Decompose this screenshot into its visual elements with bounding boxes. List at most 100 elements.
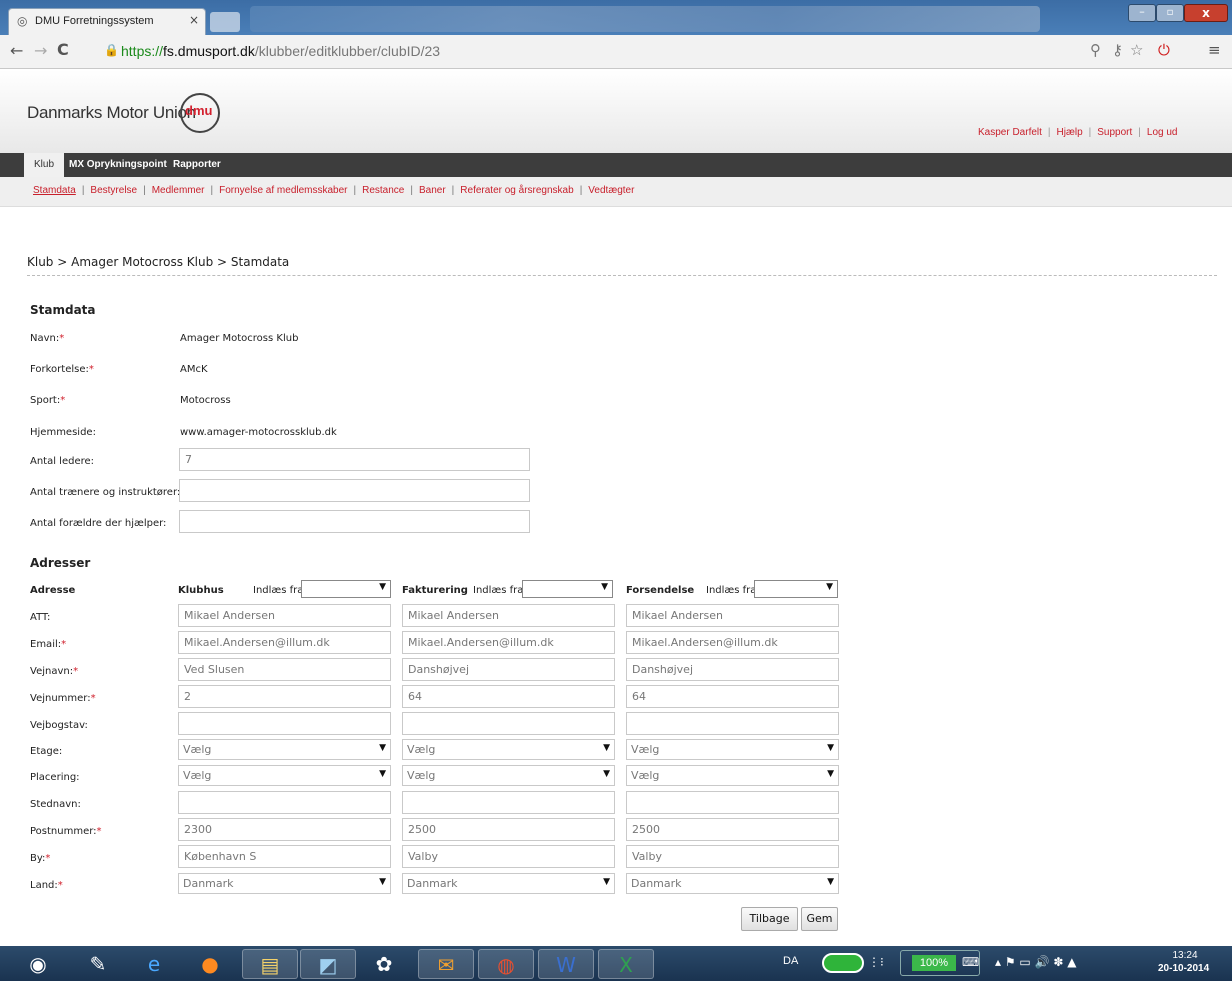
fakturering-att-input[interactable]: Mikael Andersen bbox=[402, 604, 615, 627]
antal-ledere-input[interactable]: 7 bbox=[179, 448, 530, 471]
fakturering-by-input[interactable]: Valby bbox=[402, 845, 615, 868]
sub-nav-fornyelse[interactable]: Fornyelse af medlemsskaber bbox=[219, 185, 347, 196]
forsendelse-by-input[interactable]: Valby bbox=[626, 845, 839, 868]
bookmark-star-icon[interactable]: ☆ bbox=[1130, 41, 1143, 59]
paint-icon[interactable]: ✿ bbox=[356, 949, 412, 979]
fakturering-indlaes-select[interactable]: ▼ bbox=[522, 580, 613, 598]
user-link-name[interactable]: Kasper Darfelt bbox=[978, 127, 1042, 138]
maximize-button[interactable]: ▫ bbox=[1156, 4, 1184, 22]
excel-icon[interactable]: X bbox=[598, 949, 654, 979]
new-tab-button[interactable] bbox=[210, 12, 240, 32]
fakturering-stednavn-input[interactable] bbox=[402, 791, 615, 814]
chevron-down-icon: ▼ bbox=[379, 743, 386, 753]
klubhus-att-input[interactable]: Mikael Andersen bbox=[178, 604, 391, 627]
help-link[interactable]: Hjælp bbox=[1057, 127, 1083, 138]
keyboard-icon[interactable]: ⌨ bbox=[962, 955, 979, 969]
klubhus-col-heading: Klubhus bbox=[178, 585, 224, 596]
app-icon-blue[interactable]: ◩ bbox=[300, 949, 356, 979]
forsendelse-etage-select[interactable]: Vælg ▼ bbox=[626, 739, 839, 760]
klubhus-vejnavn-input[interactable]: Ved Slusen bbox=[178, 658, 391, 681]
back-arrow-icon[interactable]: ← bbox=[10, 41, 23, 60]
forsendelse-placering-select[interactable]: Vælg ▼ bbox=[626, 765, 839, 786]
antal-traenere-input[interactable] bbox=[179, 479, 530, 502]
hjemmeside-value[interactable]: www.amager-motocrossklub.dk bbox=[180, 427, 337, 438]
windows-start-icon[interactable]: ◉ bbox=[8, 949, 68, 979]
fakturering-land-select[interactable]: Danmark ▼ bbox=[402, 873, 615, 894]
battery-icon[interactable] bbox=[822, 953, 864, 973]
internet-explorer-icon[interactable]: e bbox=[126, 949, 182, 979]
antal-foraeldre-label: Antal forældre der hjælper: bbox=[30, 518, 167, 529]
by-label: By:* bbox=[30, 853, 51, 864]
sub-nav-vedtaegter[interactable]: Vedtægter bbox=[588, 185, 634, 196]
klubhus-etage-select[interactable]: Vælg ▼ bbox=[178, 739, 391, 760]
language-indicator[interactable]: DA bbox=[783, 955, 798, 967]
sub-nav-bestyrelse[interactable]: Bestyrelse bbox=[90, 185, 137, 196]
back-button[interactable]: Tilbage bbox=[741, 907, 798, 931]
clock-date[interactable]: 20-10-2014 bbox=[1158, 963, 1209, 974]
forsendelse-stednavn-input[interactable] bbox=[626, 791, 839, 814]
forsendelse-email-input[interactable]: Mikael.Andersen@illum.dk bbox=[626, 631, 839, 654]
minimize-button[interactable]: – bbox=[1128, 4, 1156, 22]
chevron-down-icon: ▼ bbox=[827, 743, 834, 753]
forsendelse-postnummer-input[interactable]: 2500 bbox=[626, 818, 839, 841]
sub-nav-referater[interactable]: Referater og årsregnskab bbox=[460, 185, 573, 196]
reload-icon[interactable]: C bbox=[57, 40, 69, 59]
forsendelse-vejnummer-input[interactable]: 64 bbox=[626, 685, 839, 708]
fakturering-placering-select[interactable]: Vælg ▼ bbox=[402, 765, 615, 786]
explorer-folder-icon[interactable]: ▤ bbox=[242, 949, 298, 979]
main-nav-mx-oprykningspoint[interactable]: MX Oprykningspoint bbox=[63, 153, 173, 177]
clock-time[interactable]: 13:24 bbox=[1160, 950, 1210, 961]
klubhus-stednavn-input[interactable] bbox=[178, 791, 391, 814]
klubhus-placering-select[interactable]: Vælg ▼ bbox=[178, 765, 391, 786]
sub-nav-restance[interactable]: Restance bbox=[362, 185, 404, 196]
zoom-magnifier-icon[interactable]: ⚲ bbox=[1090, 41, 1101, 59]
klubhus-postnummer-input[interactable]: 2300 bbox=[178, 818, 391, 841]
fakturering-etage-select[interactable]: Vælg ▼ bbox=[402, 739, 615, 760]
logo-mark: dmu bbox=[185, 103, 213, 118]
forsendelse-vejnavn-input[interactable]: Danshøjvej bbox=[626, 658, 839, 681]
klubhus-vejnummer-input[interactable]: 2 bbox=[178, 685, 391, 708]
klubhus-vejbogstav-input[interactable] bbox=[178, 712, 391, 735]
klubhus-email-input[interactable]: Mikael.Andersen@illum.dk bbox=[178, 631, 391, 654]
fakturering-vejnummer-input[interactable]: 64 bbox=[402, 685, 615, 708]
klubhus-land-select[interactable]: Danmark ▼ bbox=[178, 873, 391, 894]
firefox-icon[interactable]: ● bbox=[182, 949, 238, 979]
fakturering-vejbogstav-input[interactable] bbox=[402, 712, 615, 735]
close-window-button[interactable]: x bbox=[1184, 4, 1228, 22]
word-icon[interactable]: W bbox=[538, 949, 594, 979]
stop-extension-icon[interactable]: ⏻ bbox=[1158, 41, 1170, 59]
chrome-icon[interactable]: ◍ bbox=[478, 949, 534, 979]
outlook-icon[interactable]: ✉ bbox=[418, 949, 474, 979]
fakturering-postnummer-input[interactable]: 2500 bbox=[402, 818, 615, 841]
browser-tab-active[interactable]: ◎ DMU Forretningssystem × bbox=[8, 8, 206, 35]
chevron-down-icon: ▼ bbox=[827, 877, 834, 887]
sub-nav-baner[interactable]: Baner bbox=[419, 185, 446, 196]
main-nav-rapporter[interactable]: Rapporter bbox=[167, 153, 227, 177]
klubhus-indlaes-select[interactable]: ▼ bbox=[301, 580, 391, 598]
klubhus-by-input[interactable]: København S bbox=[178, 845, 391, 868]
logo-text[interactable]: Danmarks Motor Union bbox=[27, 103, 196, 123]
system-tray-icons[interactable]: ▴ ⚑ ▭ 🔊 ✽ ▲ bbox=[995, 955, 1076, 969]
menu-icon[interactable]: ≡ bbox=[1208, 41, 1221, 59]
zoom-level[interactable]: 100% bbox=[912, 955, 956, 971]
forkortelse-value: AMcK bbox=[180, 364, 208, 375]
save-button[interactable]: Gem bbox=[801, 907, 838, 931]
sub-nav-medlemmer[interactable]: Medlemmer bbox=[152, 185, 205, 196]
network-icon[interactable]: ⋮⁝ bbox=[868, 955, 884, 969]
antal-foraeldre-input[interactable] bbox=[179, 510, 530, 533]
forsendelse-land-select[interactable]: Danmark ▼ bbox=[626, 873, 839, 894]
forward-arrow-icon[interactable]: → bbox=[34, 41, 47, 60]
forsendelse-vejbogstav-input[interactable] bbox=[626, 712, 839, 735]
forsendelse-indlaes-select[interactable]: ▼ bbox=[754, 580, 838, 598]
sub-nav-stamdata[interactable]: Stamdata bbox=[33, 185, 76, 196]
forsendelse-att-input[interactable]: Mikael Andersen bbox=[626, 604, 839, 627]
fakturering-vejnavn-input[interactable]: Danshøjvej bbox=[402, 658, 615, 681]
key-icon[interactable]: ⚷ bbox=[1112, 41, 1123, 59]
app-snip-icon[interactable]: ✎ bbox=[70, 949, 126, 979]
url-text[interactable]: https://fs.dmusport.dk/klubber/editklubb… bbox=[121, 43, 440, 59]
fakturering-email-input[interactable]: Mikael.Andersen@illum.dk bbox=[402, 631, 615, 654]
logout-link[interactable]: Log ud bbox=[1147, 127, 1178, 138]
tab-close-icon[interactable]: × bbox=[189, 13, 199, 27]
main-nav-klub[interactable]: Klub bbox=[24, 153, 65, 177]
support-link[interactable]: Support bbox=[1097, 127, 1132, 138]
